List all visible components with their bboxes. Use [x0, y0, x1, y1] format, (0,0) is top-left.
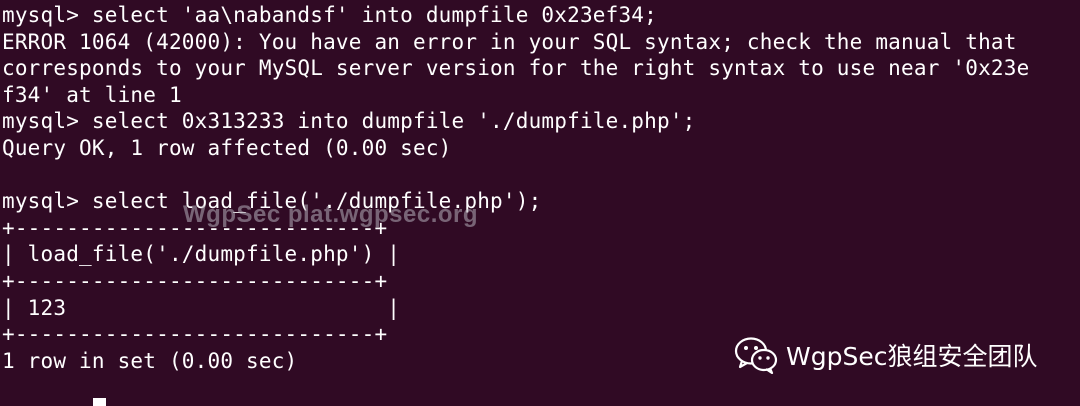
terminal-cursor — [93, 398, 106, 406]
brand-watermark: WgpSec狼组安全团队 — [734, 336, 1037, 374]
brand-name: WgpSec狼组安全团队 — [786, 342, 1038, 371]
result-table-border: +----------------------------+ — [2, 268, 388, 293]
terminal-line: f34' at line 1 — [2, 82, 182, 107]
terminal-line: mysql> select load_file('./dumpfile.php'… — [2, 189, 542, 214]
wechat-icon — [734, 337, 778, 374]
watermark-text: WgpSec plat.wgpsec.org — [183, 201, 479, 228]
result-table-row: | 123 | — [2, 295, 401, 320]
terminal-output: mysql> select 'aa\nabandsf' into dumpfil… — [2, 2, 1029, 374]
terminal-window[interactable]: mysql> select 'aa\nabandsf' into dumpfil… — [0, 0, 1080, 406]
terminal-line: mysql> select 'aa\nabandsf' into dumpfil… — [2, 3, 657, 27]
terminal-line: Query OK, 1 row affected (0.00 sec) — [2, 135, 452, 160]
result-table-header: | load_file('./dumpfile.php') | — [2, 242, 401, 267]
terminal-line: ERROR 1064 (42000): You have an error in… — [2, 29, 1017, 54]
terminal-line: corresponds to your MySQL server version… — [2, 56, 1030, 81]
terminal-line: mysql> select 0x313233 into dumpfile './… — [2, 109, 696, 134]
result-table-border: +----------------------------+ — [2, 215, 388, 240]
